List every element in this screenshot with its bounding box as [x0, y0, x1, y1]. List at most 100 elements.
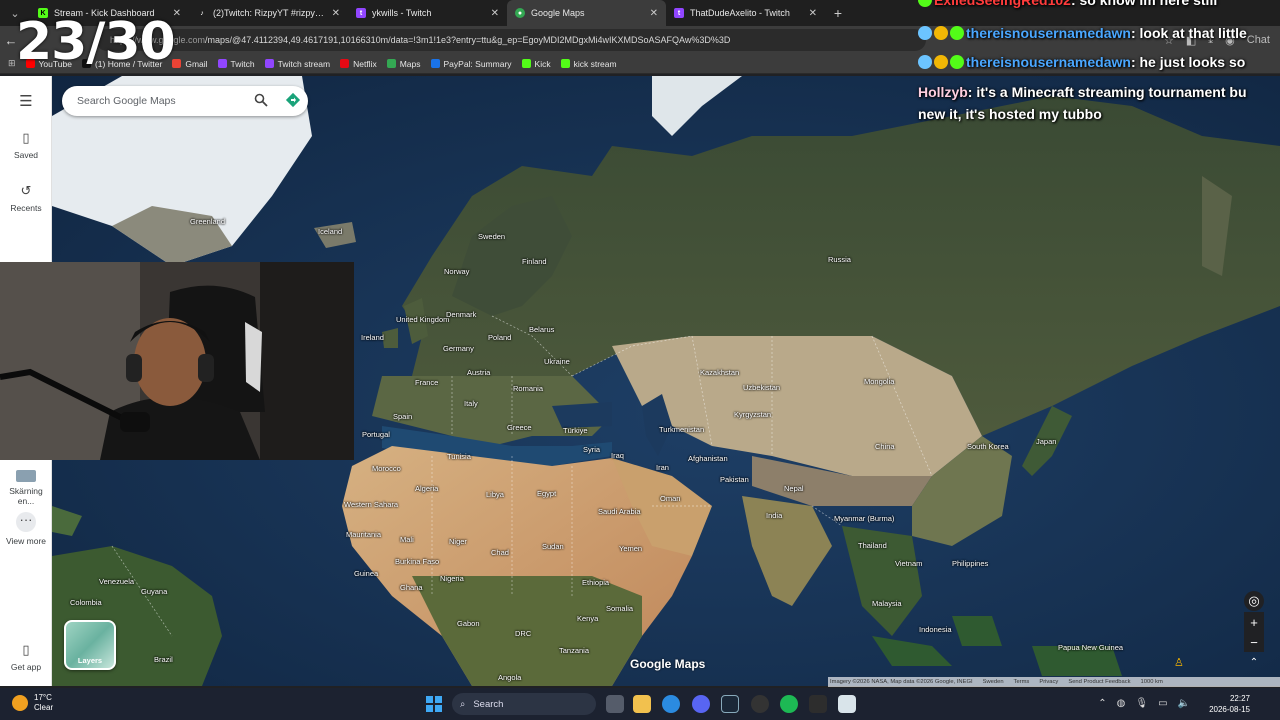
notepad-icon[interactable] — [838, 695, 856, 713]
clock-time: 22:27 — [1229, 694, 1250, 703]
task-view-icon[interactable] — [606, 695, 624, 713]
map-place-label: Yemen — [619, 544, 643, 553]
map-place-label: Colombia — [70, 598, 102, 607]
chat-label[interactable]: Chat — [1247, 34, 1270, 47]
webcam-overlay — [0, 262, 354, 460]
map-place-label: Greece — [507, 423, 532, 432]
zoom-out-button[interactable]: − — [1244, 632, 1264, 652]
map-place-label: Iraq — [611, 451, 624, 460]
tab-thatdudeaxelito-twitch[interactable]: t ThatDudeAxelito - Twitch ✕ — [666, 0, 825, 26]
taskbar-clock[interactable]: 22:27 2026-08-15 — [1209, 693, 1250, 715]
map-place-label: Romania — [513, 384, 544, 393]
bookmark-label: Twitch stream — [277, 58, 331, 69]
rail-recents[interactable]: ↺ Recents — [0, 183, 52, 213]
zoom-in-button[interactable]: + — [1244, 612, 1264, 632]
tab-title: Google Maps — [531, 8, 585, 18]
chat-separator: : — [1070, 0, 1080, 8]
network-icon[interactable]: ▭ — [1158, 698, 1167, 709]
map-place-label: Papua New Guinea — [1058, 643, 1124, 652]
volume-icon[interactable]: 🔈 — [1178, 698, 1190, 709]
directions-icon[interactable] — [285, 92, 301, 108]
file-explorer-icon[interactable] — [633, 695, 651, 713]
menu-hamburger-icon[interactable]: ☰ — [0, 92, 52, 114]
map-place-label: Uzbekistan — [743, 383, 781, 392]
rail-skarning-label: Skärning en... — [9, 486, 43, 506]
attribution-link[interactable]: Terms — [1014, 679, 1030, 685]
pegman-icon[interactable]: ♙ — [1174, 656, 1184, 669]
map-attribution: Imagery ©2026 NASA, Map data ©2026 Googl… — [828, 677, 1280, 687]
tab-google-maps[interactable]: ● Google Maps ✕ — [507, 0, 666, 26]
chat-username: ExiledSeeingRed102 — [934, 0, 1071, 8]
discord-icon[interactable] — [692, 695, 710, 713]
map-scale[interactable]: 1000 km — [1141, 679, 1163, 685]
microphone-icon[interactable]: 🎙 — [1135, 698, 1148, 709]
close-tab-icon[interactable]: ✕ — [650, 8, 658, 19]
weather-temp: 17°C — [34, 693, 52, 702]
rail-view-more[interactable]: ··· View more — [0, 512, 52, 546]
bookmark-label: Netflix — [353, 58, 377, 69]
map-place-label: India — [766, 511, 783, 520]
map-place-label: Kenya — [577, 614, 599, 623]
map-place-label: Ethiopia — [582, 578, 610, 587]
rail-saved-label: Saved — [13, 150, 39, 160]
chat-username: Hollzyb — [918, 84, 968, 100]
obs-icon[interactable] — [751, 695, 769, 713]
map-place-label: Kyrgyzstan — [734, 410, 772, 419]
bookmark-item[interactable]: kick stream — [560, 59, 617, 69]
new-tab-plus-icon[interactable]: + — [825, 0, 851, 26]
close-tab-icon[interactable]: ✕ — [332, 8, 340, 19]
rail-get-app[interactable]: ▯ Get app — [0, 642, 52, 672]
attribution-link[interactable]: Sweden — [983, 679, 1004, 685]
map-place-label: Chad — [491, 548, 509, 557]
windows-taskbar: 17°C Clear ⌕ Search ⌃ ◍ 🎙 ▭ 🔈 22:27 2026… — [0, 688, 1280, 720]
chat-separator: : — [1130, 25, 1140, 41]
more-dots-icon: ··· — [16, 512, 36, 532]
attribution-link[interactable]: Privacy — [1039, 679, 1058, 685]
tab-ykwills-twitch[interactable]: t ykwills - Twitch ✕ — [348, 0, 507, 26]
map-place-label: Nepal — [784, 484, 804, 493]
layers-button[interactable]: Layers — [64, 620, 116, 670]
maps-search-input[interactable]: Search Google Maps — [62, 86, 308, 116]
map-place-label: Afghanistan — [688, 454, 728, 463]
map-place-label: Norway — [444, 267, 470, 276]
map-place-label: Türkiye — [563, 426, 588, 435]
map-place-label: Poland — [488, 333, 512, 342]
apps-grid-icon[interactable]: ⊞ — [8, 58, 16, 69]
steam-icon[interactable] — [721, 695, 739, 713]
bookmark-item[interactable]: Twitch — [217, 59, 255, 69]
edge-icon[interactable] — [662, 695, 680, 713]
layers-label: Layers — [77, 656, 103, 665]
my-location-icon[interactable]: ◎ — [1244, 591, 1264, 611]
tab-tiktok-rizpy[interactable]: ♪ (2)Twitch: RizpyYT #rizpy #viral #s ✕ — [189, 0, 348, 26]
bookmark-item[interactable]: Twitch stream — [264, 58, 331, 69]
windows-start-icon[interactable] — [426, 696, 442, 712]
search-icon[interactable] — [254, 93, 268, 107]
map-place-label: Morocco — [372, 464, 401, 473]
rail-skarning[interactable]: Skärning en... — [0, 470, 52, 506]
bookmark-item[interactable]: Netflix — [340, 59, 377, 69]
close-tab-icon[interactable]: ✕ — [491, 8, 499, 19]
rail-saved[interactable]: ▯ Saved — [0, 130, 52, 160]
chat-message: thereisnousernamedawn: look at that litt… — [918, 25, 1247, 41]
terminal-icon[interactable] — [809, 695, 827, 713]
attribution-link: Imagery ©2026 NASA, Map data ©2026 Googl… — [830, 679, 973, 685]
map-place-label: Japan — [1036, 437, 1057, 446]
chat-badge-icon — [934, 26, 948, 40]
tray-chevron-icon[interactable]: ⌃ — [1098, 698, 1106, 709]
tray-app-icon[interactable]: ◍ — [1117, 698, 1126, 709]
weather-widget[interactable]: 17°C Clear — [12, 693, 53, 713]
bookmark-item[interactable]: Gmail — [172, 59, 208, 69]
expand-chevron-icon[interactable]: ⌃ — [1244, 652, 1264, 672]
bookmark-item[interactable]: PayPal: Summary — [430, 59, 512, 69]
url-field[interactable]: https://www.google.com /maps/@47.4112394… — [96, 29, 926, 51]
bookmark-item[interactable]: Kick — [521, 59, 551, 69]
rail-get-app-label: Get app — [10, 662, 42, 672]
spotify-icon[interactable] — [780, 695, 798, 713]
close-tab-icon[interactable]: ✕ — [809, 8, 817, 19]
twitch-favicon-icon: t — [674, 8, 684, 18]
taskbar-search[interactable]: ⌕ Search — [452, 693, 596, 715]
bookmark-favicon-icon — [430, 59, 440, 68]
map-place-label: Italy — [464, 399, 478, 408]
attribution-link[interactable]: Send Product Feedback — [1068, 679, 1130, 685]
bookmark-item[interactable]: Maps — [386, 59, 421, 69]
